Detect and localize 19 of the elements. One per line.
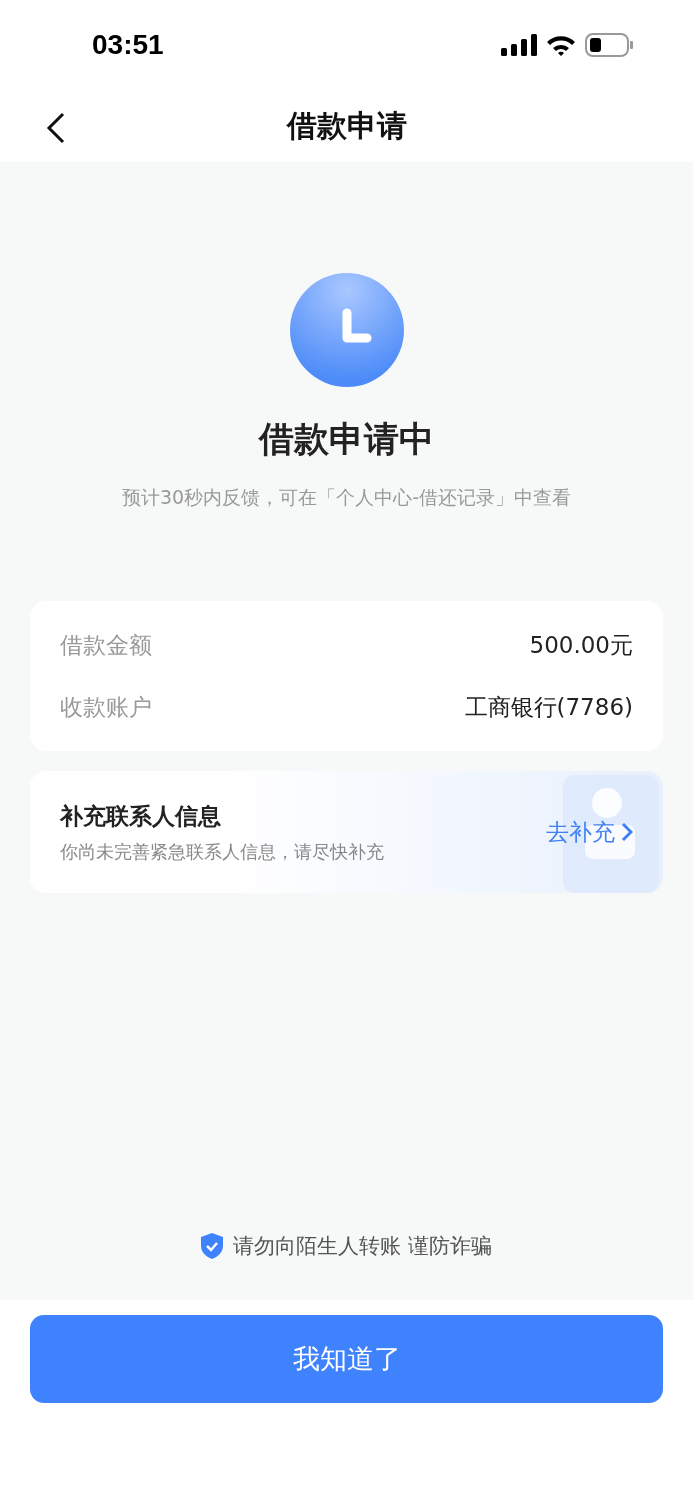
contact-description: 你尚未完善紧急联系人信息，请尽快补充	[60, 839, 385, 864]
detail-value: 工商银行(7786)	[464, 692, 633, 722]
signal-icon	[501, 34, 537, 56]
page-title: 借款申请	[286, 106, 407, 145]
wifi-icon	[546, 34, 576, 56]
status-time: 03:51	[92, 29, 164, 61]
supplement-link[interactable]: 去补充	[546, 816, 633, 848]
clock-icon	[288, 272, 405, 388]
detail-label: 借款金额	[60, 630, 152, 660]
status-title: 借款申请中	[259, 418, 434, 461]
shield-check-icon	[201, 1233, 224, 1259]
confirm-button[interactable]: 我知道了	[30, 1315, 663, 1403]
battery-icon	[585, 33, 633, 57]
detail-label: 收款账户	[60, 692, 152, 722]
status-subtitle: 预计30秒内反馈，可在「个人中心-借还记录」中查看	[121, 485, 571, 510]
chevron-right-icon	[621, 822, 633, 842]
fraud-warning: 请勿向陌生人转账 谨防诈骗	[233, 1233, 492, 1260]
detail-value: 500.00元	[529, 630, 633, 660]
contact-title: 补充联系人信息	[60, 801, 222, 831]
